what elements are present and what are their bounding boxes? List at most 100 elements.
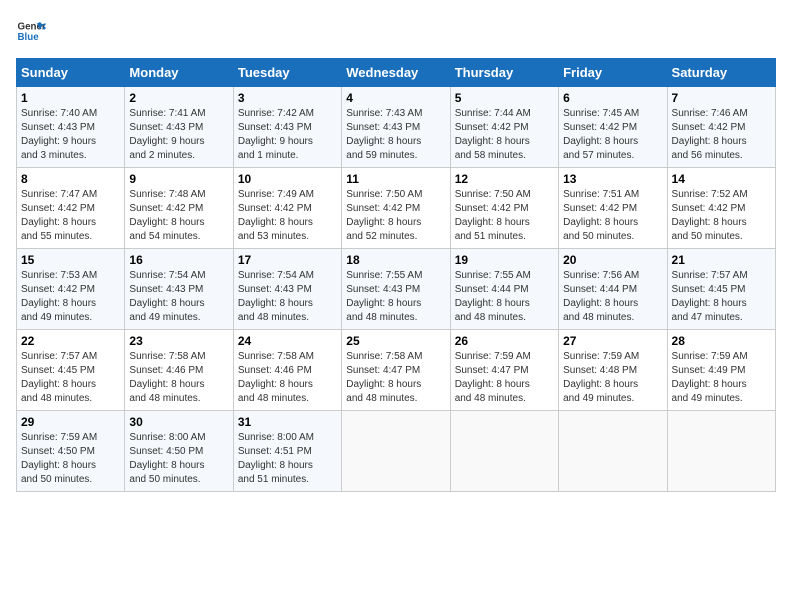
day-number: 3 (238, 91, 337, 105)
day-number: 28 (672, 334, 771, 348)
day-cell: 28 Sunrise: 7:59 AM Sunset: 4:49 PM Dayli… (667, 330, 775, 411)
header-wednesday: Wednesday (342, 59, 450, 87)
day-info: Sunrise: 7:46 AM Sunset: 4:42 PM Dayligh… (672, 107, 771, 163)
day-info: Sunrise: 7:48 AM Sunset: 4:42 PM Dayligh… (129, 188, 228, 244)
day-info: Sunrise: 7:43 AM Sunset: 4:43 PM Dayligh… (346, 107, 445, 163)
day-number: 23 (129, 334, 228, 348)
day-number: 16 (129, 253, 228, 267)
header: General Blue (16, 16, 776, 46)
header-saturday: Saturday (667, 59, 775, 87)
svg-text:Blue: Blue (18, 32, 40, 43)
day-cell: 2Sunrise: 7:41 AM Sunset: 4:43 PM Daylig… (125, 87, 233, 168)
day-cell (667, 411, 775, 492)
day-cell: 20Sunrise: 7:56 AM Sunset: 4:44 PM Dayli… (559, 249, 667, 330)
day-cell: 8 Sunrise: 7:47 AM Sunset: 4:42 PM Daylig… (17, 168, 125, 249)
day-cell: 15Sunrise: 7:53 AM Sunset: 4:42 PM Dayli… (17, 249, 125, 330)
day-number: 10 (238, 172, 337, 186)
svg-text:General: General (18, 22, 47, 33)
day-cell: 24 Sunrise: 7:58 AM Sunset: 4:46 PM Dayli… (233, 330, 341, 411)
day-info: Sunrise: 7:50 AM Sunset: 4:42 PM Dayligh… (346, 188, 445, 244)
day-info: Sunrise: 8:00 AM Sunset: 4:50 PM Dayligh… (129, 431, 228, 487)
day-info: Sunrise: 7:58 AM Sunset: 4:46 PM Dayligh… (238, 350, 337, 406)
day-cell: 26Sunrise: 7:59 AM Sunset: 4:47 PM Dayli… (450, 330, 558, 411)
day-info: Sunrise: 7:55 AM Sunset: 4:43 PM Dayligh… (346, 269, 445, 325)
header-sunday: Sunday (17, 59, 125, 87)
day-number: 31 (238, 415, 337, 429)
header-thursday: Thursday (450, 59, 558, 87)
day-cell: 5 Sunrise: 7:44 AM Sunset: 4:42 PM Daylig… (450, 87, 558, 168)
calendar-header-row: SundayMondayTuesdayWednesdayThursdayFrid… (17, 59, 776, 87)
day-info: Sunrise: 7:59 AM Sunset: 4:48 PM Dayligh… (563, 350, 662, 406)
day-cell: 31 Sunrise: 8:00 AM Sunset: 4:51 PM Dayli… (233, 411, 341, 492)
day-info: Sunrise: 7:52 AM Sunset: 4:42 PM Dayligh… (672, 188, 771, 244)
day-info: Sunrise: 7:42 AM Sunset: 4:43 PM Dayligh… (238, 107, 337, 163)
day-info: Sunrise: 7:41 AM Sunset: 4:43 PM Dayligh… (129, 107, 228, 163)
day-info: Sunrise: 7:54 AM Sunset: 4:43 PM Dayligh… (238, 269, 337, 325)
day-cell: 30 Sunrise: 8:00 AM Sunset: 4:50 PM Dayli… (125, 411, 233, 492)
header-monday: Monday (125, 59, 233, 87)
day-info: Sunrise: 7:57 AM Sunset: 4:45 PM Dayligh… (672, 269, 771, 325)
day-info: Sunrise: 7:54 AM Sunset: 4:43 PM Dayligh… (129, 269, 228, 325)
day-cell (559, 411, 667, 492)
day-number: 19 (455, 253, 554, 267)
day-info: Sunrise: 7:50 AM Sunset: 4:42 PM Dayligh… (455, 188, 554, 244)
week-row-3: 15Sunrise: 7:53 AM Sunset: 4:42 PM Dayli… (17, 249, 776, 330)
header-friday: Friday (559, 59, 667, 87)
day-number: 8 (21, 172, 120, 186)
week-row-1: 1 Sunrise: 7:40 AM Sunset: 4:43 PM Daylig… (17, 87, 776, 168)
day-info: Sunrise: 7:44 AM Sunset: 4:42 PM Dayligh… (455, 107, 554, 163)
day-cell: 3 Sunrise: 7:42 AM Sunset: 4:43 PM Daylig… (233, 87, 341, 168)
day-number: 17 (238, 253, 337, 267)
day-number: 11 (346, 172, 445, 186)
day-cell: 14 Sunrise: 7:52 AM Sunset: 4:42 PM Dayli… (667, 168, 775, 249)
day-info: Sunrise: 7:40 AM Sunset: 4:43 PM Dayligh… (21, 107, 120, 163)
day-info: Sunrise: 7:47 AM Sunset: 4:42 PM Dayligh… (21, 188, 120, 244)
day-cell: 16 Sunrise: 7:54 AM Sunset: 4:43 PM Dayli… (125, 249, 233, 330)
day-cell: 10 Sunrise: 7:49 AM Sunset: 4:42 PM Dayli… (233, 168, 341, 249)
day-cell: 23 Sunrise: 7:58 AM Sunset: 4:46 PM Dayli… (125, 330, 233, 411)
week-row-4: 22 Sunrise: 7:57 AM Sunset: 4:45 PM Dayli… (17, 330, 776, 411)
calendar-table: SundayMondayTuesdayWednesdayThursdayFrid… (16, 58, 776, 492)
day-info: Sunrise: 8:00 AM Sunset: 4:51 PM Dayligh… (238, 431, 337, 487)
day-cell: 25Sunrise: 7:58 AM Sunset: 4:47 PM Dayli… (342, 330, 450, 411)
day-number: 9 (129, 172, 228, 186)
day-info: Sunrise: 7:53 AM Sunset: 4:42 PM Dayligh… (21, 269, 120, 325)
day-cell: 29Sunrise: 7:59 AM Sunset: 4:50 PM Dayli… (17, 411, 125, 492)
day-cell: 17 Sunrise: 7:54 AM Sunset: 4:43 PM Dayli… (233, 249, 341, 330)
day-cell (342, 411, 450, 492)
day-number: 26 (455, 334, 554, 348)
day-number: 14 (672, 172, 771, 186)
day-cell: 22 Sunrise: 7:57 AM Sunset: 4:45 PM Dayli… (17, 330, 125, 411)
day-cell: 18Sunrise: 7:55 AM Sunset: 4:43 PM Dayli… (342, 249, 450, 330)
day-cell: 13 Sunrise: 7:51 AM Sunset: 4:42 PM Dayli… (559, 168, 667, 249)
day-number: 21 (672, 253, 771, 267)
day-cell: 6Sunrise: 7:45 AM Sunset: 4:42 PM Daylig… (559, 87, 667, 168)
day-info: Sunrise: 7:49 AM Sunset: 4:42 PM Dayligh… (238, 188, 337, 244)
day-cell: 9 Sunrise: 7:48 AM Sunset: 4:42 PM Daylig… (125, 168, 233, 249)
day-info: Sunrise: 7:58 AM Sunset: 4:46 PM Dayligh… (129, 350, 228, 406)
day-cell: 27 Sunrise: 7:59 AM Sunset: 4:48 PM Dayli… (559, 330, 667, 411)
day-cell: 1 Sunrise: 7:40 AM Sunset: 4:43 PM Daylig… (17, 87, 125, 168)
header-tuesday: Tuesday (233, 59, 341, 87)
day-info: Sunrise: 7:59 AM Sunset: 4:49 PM Dayligh… (672, 350, 771, 406)
logo: General Blue (16, 16, 52, 46)
day-info: Sunrise: 7:55 AM Sunset: 4:44 PM Dayligh… (455, 269, 554, 325)
day-info: Sunrise: 7:57 AM Sunset: 4:45 PM Dayligh… (21, 350, 120, 406)
day-number: 7 (672, 91, 771, 105)
day-cell: 4 Sunrise: 7:43 AM Sunset: 4:43 PM Daylig… (342, 87, 450, 168)
day-number: 1 (21, 91, 120, 105)
week-row-2: 8 Sunrise: 7:47 AM Sunset: 4:42 PM Daylig… (17, 168, 776, 249)
day-number: 22 (21, 334, 120, 348)
day-number: 25 (346, 334, 445, 348)
day-number: 24 (238, 334, 337, 348)
day-number: 13 (563, 172, 662, 186)
day-number: 30 (129, 415, 228, 429)
week-row-5: 29Sunrise: 7:59 AM Sunset: 4:50 PM Dayli… (17, 411, 776, 492)
day-number: 4 (346, 91, 445, 105)
day-number: 5 (455, 91, 554, 105)
day-cell: 11 Sunrise: 7:50 AM Sunset: 4:42 PM Dayli… (342, 168, 450, 249)
day-number: 6 (563, 91, 662, 105)
day-cell (450, 411, 558, 492)
day-number: 27 (563, 334, 662, 348)
day-info: Sunrise: 7:51 AM Sunset: 4:42 PM Dayligh… (563, 188, 662, 244)
